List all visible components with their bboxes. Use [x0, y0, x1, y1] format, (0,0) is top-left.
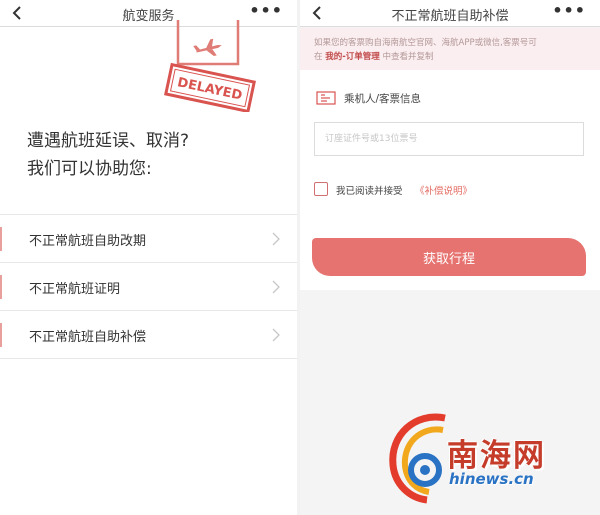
delayed-stamp-icon: DELAYED — [164, 20, 256, 112]
headline-line-2: 我们可以协助您: — [27, 159, 152, 179]
menu-accent-bar — [0, 227, 2, 251]
service-menu: 不正常航班自助改期 不正常航班证明 不正常航班自助补偿 — [0, 214, 297, 359]
menu-item-self-reschedule[interactable]: 不正常航班自助改期 — [0, 215, 297, 263]
menu-item-self-compensation[interactable]: 不正常航班自助补偿 — [0, 311, 297, 359]
headline-line-1: 遭遇航班延误、取消? — [27, 131, 190, 151]
menu-item-label: 不正常航班证明 — [29, 282, 121, 297]
ticket-source-notice: 如果您的客票购自海南航空官网、海航APP或微信,客票号可 在 我的-订单管理 中… — [300, 28, 600, 70]
agreement-text: 我已阅读并接受 — [336, 186, 403, 197]
notice-line-2: 在 我的-订单管理 中查看并复制 — [314, 50, 590, 64]
chevron-right-icon — [272, 328, 280, 342]
menu-accent-bar — [0, 275, 2, 299]
more-options-icon[interactable]: ••• — [249, 1, 283, 20]
watermark-en: hinews.cn — [449, 470, 534, 488]
boarding-pass-icon — [316, 91, 336, 105]
watermark: 南海网 hinews.cn — [385, 410, 600, 510]
section-title: 乘机人/客票信息 — [344, 93, 422, 105]
compensation-terms-link[interactable]: 《补偿说明》 — [415, 183, 472, 197]
menu-item-label: 不正常航班自助补偿 — [29, 330, 147, 345]
flight-change-service-screen: 航变服务 ••• DELAYED 遭遇航班延误、取消? 我们可以协助您: 不正常… — [0, 0, 297, 515]
menu-item-label: 不正常航班自助改期 — [29, 234, 147, 249]
notice-line-1: 如果您的客票购自海南航空官网、海航APP或微信,客票号可 — [314, 38, 537, 48]
menu-accent-bar — [0, 323, 2, 347]
watermark-cn: 南海网 — [447, 438, 546, 474]
chevron-right-icon — [272, 232, 280, 246]
order-management-link[interactable]: 我的-订单管理 — [325, 52, 380, 62]
agreement-checkbox[interactable] — [314, 182, 328, 196]
menu-item-flight-certificate[interactable]: 不正常航班证明 — [0, 263, 297, 311]
notice-suffix: 中查看并复制 — [382, 52, 434, 62]
hinews-logo-icon — [389, 413, 446, 504]
id-or-ticket-number-input[interactable] — [314, 122, 584, 156]
get-itinerary-button[interactable]: 获取行程 — [312, 238, 586, 276]
notice-prefix: 在 — [314, 52, 323, 62]
right-nav-bar: 不正常航班自助补偿 ••• — [300, 0, 600, 27]
chevron-right-icon — [272, 280, 280, 294]
more-options-icon[interactable]: ••• — [552, 1, 586, 20]
